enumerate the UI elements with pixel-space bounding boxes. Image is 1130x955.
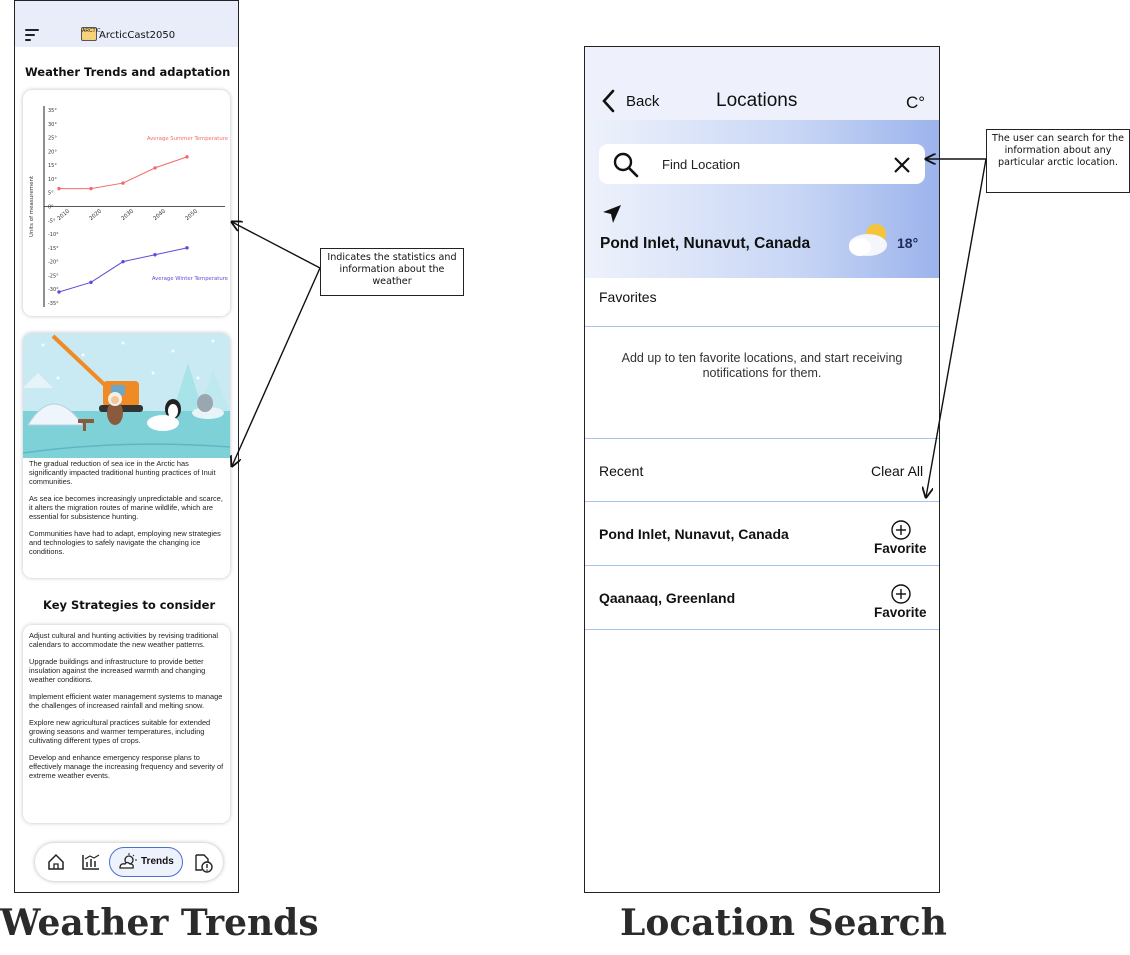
tab-trends[interactable]: Trends <box>109 847 183 877</box>
close-icon[interactable] <box>892 155 912 175</box>
alert-document-icon[interactable] <box>193 853 213 873</box>
menu-icon[interactable] <box>25 29 41 41</box>
wave-divider <box>23 443 230 454</box>
strategies-card: Adjust cultural and hunting activities b… <box>23 625 230 823</box>
recent-heading: Recent <box>599 463 644 479</box>
location-search-screen: Back Locations C° Find Location Pond Inl… <box>584 46 940 893</box>
data-point <box>153 166 157 170</box>
strategy-item: Develop and enhance emergency response p… <box>29 753 224 780</box>
paragraph: As sea ice becomes increasingly unpredic… <box>29 494 223 521</box>
y-tick-label: -15° <box>48 246 59 252</box>
y-tick-label: -25° <box>48 273 59 279</box>
statistics-icon[interactable] <box>81 853 101 871</box>
location-arrow-icon[interactable] <box>601 203 623 225</box>
favorite-button[interactable]: Favorite <box>874 541 927 556</box>
series-label: Average Summer Temperature <box>147 136 228 142</box>
y-tick-label: 10° <box>48 177 57 183</box>
y-tick-label: -10° <box>48 232 59 238</box>
paragraph: Communities have had to adapt, employing… <box>29 529 221 556</box>
data-point <box>89 186 93 191</box>
strategy-item: Implement efficient water management sys… <box>29 692 223 710</box>
divider <box>585 629 939 630</box>
search-bar[interactable]: Find Location <box>599 144 925 184</box>
strategy-item: Adjust cultural and hunting activities b… <box>29 631 218 649</box>
y-tick-label: 0° <box>48 205 54 211</box>
y-axis-label: Units of measurement <box>29 175 35 237</box>
temperature-chart: 35° 30° 25° 20° 15° 10° 5° 0° -5° -10° -15° -20° -25… <box>29 106 228 307</box>
data-point <box>121 181 125 185</box>
y-tick-label: 30° <box>48 122 57 128</box>
data-point <box>57 186 61 191</box>
brand-logo-icon: ARCTIC <box>81 27 101 41</box>
weather-trends-caption: Weather Trends <box>0 902 319 944</box>
favorites-empty-hint: Add up to ten favorite locations, and st… <box>621 351 903 380</box>
search-annotation: The user can search for the information … <box>986 129 1130 193</box>
divider <box>585 326 939 327</box>
y-tick-label: 35° <box>48 108 57 114</box>
current-location: Pond Inlet, Nunavut, Canada <box>600 235 811 252</box>
partly-cloudy-icon <box>849 224 887 256</box>
x-tick-label: 2040 <box>152 208 167 222</box>
divider <box>585 438 939 439</box>
y-tick-label: 25° <box>48 136 57 142</box>
favorites-heading: Favorites <box>599 289 657 305</box>
impact-text: The gradual reduction of sea ice in the … <box>29 459 227 564</box>
y-tick-label: -20° <box>48 260 59 266</box>
tab-trends-label: Trends <box>141 856 174 867</box>
temperature-unit-toggle[interactable]: C° <box>906 93 925 113</box>
home-icon[interactable] <box>47 853 65 871</box>
data-point <box>57 290 61 294</box>
add-circle-icon[interactable] <box>890 583 912 605</box>
x-tick-label: 2010 <box>56 208 71 222</box>
y-tick-label: -5° <box>48 218 56 224</box>
recent-location-row[interactable]: Qaanaaq, Greenland Favorite <box>585 566 939 629</box>
series-label: Average Winter Temperature <box>152 276 228 282</box>
x-tick-label: 2050 <box>184 208 199 222</box>
weather-trends-icon <box>119 853 137 869</box>
strategies-title: Key Strategies to consider <box>43 598 216 612</box>
strategy-item: Upgrade buildings and infrastructure to … <box>29 657 206 684</box>
y-tick-label: 20° <box>48 149 57 155</box>
recent-location-row[interactable]: Pond Inlet, Nunavut, Canada Favorite <box>585 502 939 565</box>
clear-all-button[interactable]: Clear All <box>871 463 923 479</box>
data-point <box>185 246 189 250</box>
temperature-chart-card: 35° 30° 25° 20° 15° 10° 5° 0° -5° -10° -15° -20° -25… <box>23 90 230 316</box>
data-point <box>121 259 125 264</box>
x-tick-label: 2020 <box>88 208 103 222</box>
strategy-item: Explore new agricultural practices suita… <box>29 718 211 745</box>
arrow-to-chart <box>232 222 321 269</box>
weather-annotation: Indicates the statistics and information… <box>320 248 464 296</box>
data-point <box>153 253 157 257</box>
arrow-to-text <box>232 267 321 466</box>
add-circle-icon[interactable] <box>890 519 912 541</box>
search-input[interactable]: Find Location <box>662 157 740 172</box>
y-tick-label: 5° <box>48 191 54 197</box>
search-icon <box>613 152 639 178</box>
screen-title: Locations <box>716 90 798 111</box>
back-button[interactable]: Back <box>626 93 659 110</box>
bottom-nav: Trends <box>35 843 223 881</box>
app-title: ArcticCast2050 <box>99 30 176 41</box>
favorite-button[interactable]: Favorite <box>874 605 927 620</box>
data-point <box>89 280 93 285</box>
back-chevron-icon[interactable] <box>601 89 615 113</box>
recent-location-name: Pond Inlet, Nunavut, Canada <box>599 526 789 542</box>
illustration-card: The gradual reduction of sea ice in the … <box>23 333 230 578</box>
data-point <box>185 155 189 159</box>
recent-location-name: Qaanaaq, Greenland <box>599 590 736 606</box>
y-tick-label: -35° <box>48 301 59 307</box>
weather-trends-screen: ARCTIC ArcticCast2050 Weather Trends and… <box>14 0 239 893</box>
series-line <box>58 247 188 293</box>
current-temperature: 18° <box>897 235 919 251</box>
section-title: Weather Trends and adaptation <box>25 65 231 79</box>
paragraph: The gradual reduction of sea ice in the … <box>29 459 216 486</box>
y-tick-label: 15° <box>48 163 57 169</box>
location-search-caption: Location Search <box>620 902 947 944</box>
x-tick-label: 2030 <box>120 208 135 222</box>
